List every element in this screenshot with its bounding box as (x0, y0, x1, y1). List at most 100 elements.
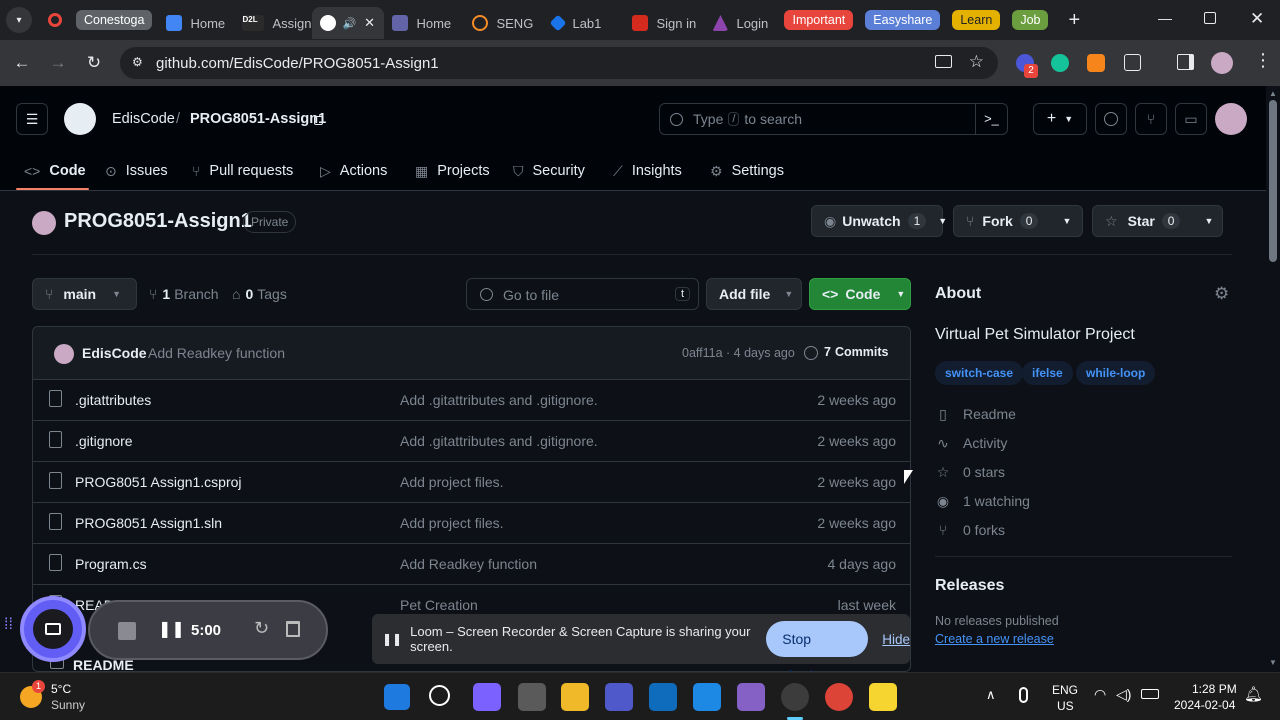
chevron-up-icon[interactable]: ∧ (986, 687, 996, 703)
branches-link[interactable]: ⑂ 1 Branch (149, 286, 219, 302)
topic-tag[interactable]: ifelse (1022, 361, 1073, 385)
windows-start-icon[interactable] (384, 684, 410, 710)
add-file-button[interactable]: Add file ▼ (706, 278, 802, 310)
commit-author[interactable]: EdisCode (82, 345, 147, 361)
scroll-up-icon[interactable]: ▲ (1269, 89, 1277, 98)
forks-link[interactable]: ⑂ 0 forks (935, 520, 1005, 540)
commits-link[interactable]: 7 Commits (804, 345, 888, 360)
close-tab-icon[interactable]: ✕ (364, 15, 375, 31)
topic-tag[interactable]: while-loop (1076, 361, 1156, 385)
tab-actions[interactable]: ▷ Actions (320, 160, 387, 182)
chrome-icon[interactable] (825, 683, 853, 711)
restore-icon[interactable] (1204, 12, 1216, 24)
repo-title[interactable]: PROG8051-Assign1 (64, 210, 252, 233)
weather-widget[interactable]: 1 5°C Sunny (18, 680, 98, 716)
chevron-down-icon[interactable]: ▼ (1204, 216, 1213, 226)
grammarly-icon[interactable] (1051, 54, 1069, 72)
create-release-link[interactable]: Create a new release (935, 632, 1054, 646)
clock-time[interactable]: 1:28 PM (1192, 682, 1237, 696)
stop-recording-button[interactable] (118, 622, 136, 640)
user-avatar[interactable] (1215, 103, 1247, 135)
close-window-icon[interactable]: ✕ (1250, 9, 1264, 29)
tab-insights[interactable]: ⟋ Insights (613, 160, 682, 182)
go-to-file-input[interactable]: Go to file t (466, 278, 699, 310)
repo-owner-link[interactable]: EdisCode (112, 111, 175, 127)
tab-home-teams[interactable]: Home (384, 7, 464, 39)
restart-icon[interactable]: ↻ (254, 618, 269, 639)
tab-group-easyshare[interactable]: Easyshare (865, 10, 941, 30)
task-view-icon[interactable] (518, 683, 546, 711)
language-bottom[interactable]: US (1057, 699, 1074, 713)
puzzle-icon[interactable] (1124, 54, 1141, 71)
reload-icon[interactable]: ↻ (78, 47, 110, 79)
bookmark-star-icon[interactable]: ☆ (969, 52, 984, 72)
tags-link[interactable]: ⌂ 0 Tags (232, 286, 287, 302)
tab-group-conestoga[interactable]: Conestoga (76, 10, 153, 30)
scrollbar-thumb[interactable] (1269, 100, 1277, 262)
camera-toggle-button[interactable] (20, 596, 86, 662)
hamburger-menu-icon[interactable]: ☰ (16, 103, 48, 135)
tab-seng[interactable]: SENG (464, 7, 544, 39)
site-info-icon[interactable]: ⚙ (132, 55, 143, 69)
table-row[interactable]: PROG8051 Assign1.sln Add project files. 2 … (33, 502, 910, 543)
visual-studio-icon[interactable] (737, 683, 765, 711)
github-logo-icon[interactable] (64, 103, 96, 135)
create-new-button[interactable]: + ▼ (1033, 103, 1087, 135)
tab-settings[interactable]: ⚙ Settings (710, 160, 784, 182)
tab-search-button[interactable]: ▾ (6, 7, 32, 33)
drag-handle-icon[interactable]: ⁞⁞ (4, 616, 13, 634)
tab-security[interactable]: ⛉ Security (513, 160, 585, 182)
tab-assign[interactable]: D2L Assign (234, 7, 312, 39)
drag-icon[interactable]: ❚❚ (382, 632, 402, 646)
activity-link[interactable]: ∿ Activity (935, 433, 1007, 453)
table-row[interactable]: .gitignore Add .gitattributes and .gitign… (33, 420, 910, 461)
commit-message[interactable]: Add Readkey function (148, 345, 285, 361)
search-input[interactable]: Type / to search >_ (659, 103, 1008, 135)
page-scrollbar[interactable]: ▲ ▼ (1266, 86, 1280, 672)
chrome-profile-icon[interactable] (781, 683, 809, 711)
gear-icon[interactable]: ⚙ (1214, 284, 1229, 304)
fork-button[interactable]: ⑂ Fork 0 ▼ (953, 205, 1083, 237)
topic-tag[interactable]: switch-case (935, 361, 1024, 385)
menu-icon[interactable]: ⋮ (1254, 50, 1272, 71)
repo-name-link[interactable]: PROG8051-Assign1 (190, 111, 326, 127)
hide-button[interactable]: Hide (882, 632, 910, 647)
profile-avatar[interactable] (1211, 52, 1233, 74)
issues-icon[interactable] (1095, 103, 1127, 135)
branch-select-button[interactable]: ⑂ main ▼ (32, 278, 137, 310)
tab-pull-requests[interactable]: ⑂ Pull requests (192, 160, 293, 182)
tab-code[interactable]: <> Code (24, 160, 86, 182)
tab-github-active[interactable]: 🔊 ✕ (312, 7, 385, 39)
volume-icon[interactable]: ◁) (1116, 686, 1131, 703)
tab-lab1[interactable]: Lab1 (544, 7, 624, 39)
table-row[interactable]: PROG8051 Assign1.csproj Add project files… (33, 461, 910, 502)
new-tab-icon[interactable]: + (1068, 9, 1080, 32)
copilot-icon[interactable] (473, 683, 501, 711)
wifi-icon[interactable]: ◠ (1094, 686, 1106, 703)
search-icon[interactable] (429, 685, 450, 706)
sidepanel-icon[interactable] (1177, 54, 1194, 70)
unwatch-button[interactable]: ◉ Unwatch 1 ▼ (811, 205, 947, 237)
address-bar[interactable]: ⚙ github.com/EdisCode/PROG8051-Assign1 ☆ (120, 47, 998, 79)
file-explorer-icon[interactable] (561, 683, 589, 711)
microphone-icon[interactable] (1019, 687, 1028, 703)
sticky-notes-icon[interactable] (869, 683, 897, 711)
tab-group-important[interactable]: Important (784, 10, 854, 30)
metamask-icon[interactable] (1087, 54, 1105, 72)
forward-icon[interactable]: → (42, 47, 74, 79)
inbox-icon[interactable]: ▭ (1175, 103, 1207, 135)
tab-issues[interactable]: ⊙ Issues (105, 160, 168, 182)
watching-link[interactable]: ◉ 1 watching (935, 491, 1030, 511)
vscode-icon[interactable] (693, 683, 721, 711)
tab-group-learn[interactable]: Learn (952, 10, 1001, 30)
star-button[interactable]: ☆ Star 0 ▼ (1092, 205, 1223, 237)
clock-date[interactable]: 2024-02-04 (1174, 698, 1235, 712)
trash-icon[interactable] (286, 621, 300, 637)
minimize-icon[interactable]: — (1158, 10, 1172, 26)
notification-bell-icon[interactable]: 🔔︎ (1244, 685, 1263, 703)
commit-hash-time[interactable]: 0aff11a · 4 days ago (682, 346, 795, 360)
tab-projects[interactable]: ▦ Projects (415, 160, 490, 182)
tab-home[interactable]: Home (158, 7, 234, 39)
readme-link[interactable]: ▯ Readme (935, 404, 1016, 424)
battery-icon[interactable] (1141, 689, 1159, 699)
